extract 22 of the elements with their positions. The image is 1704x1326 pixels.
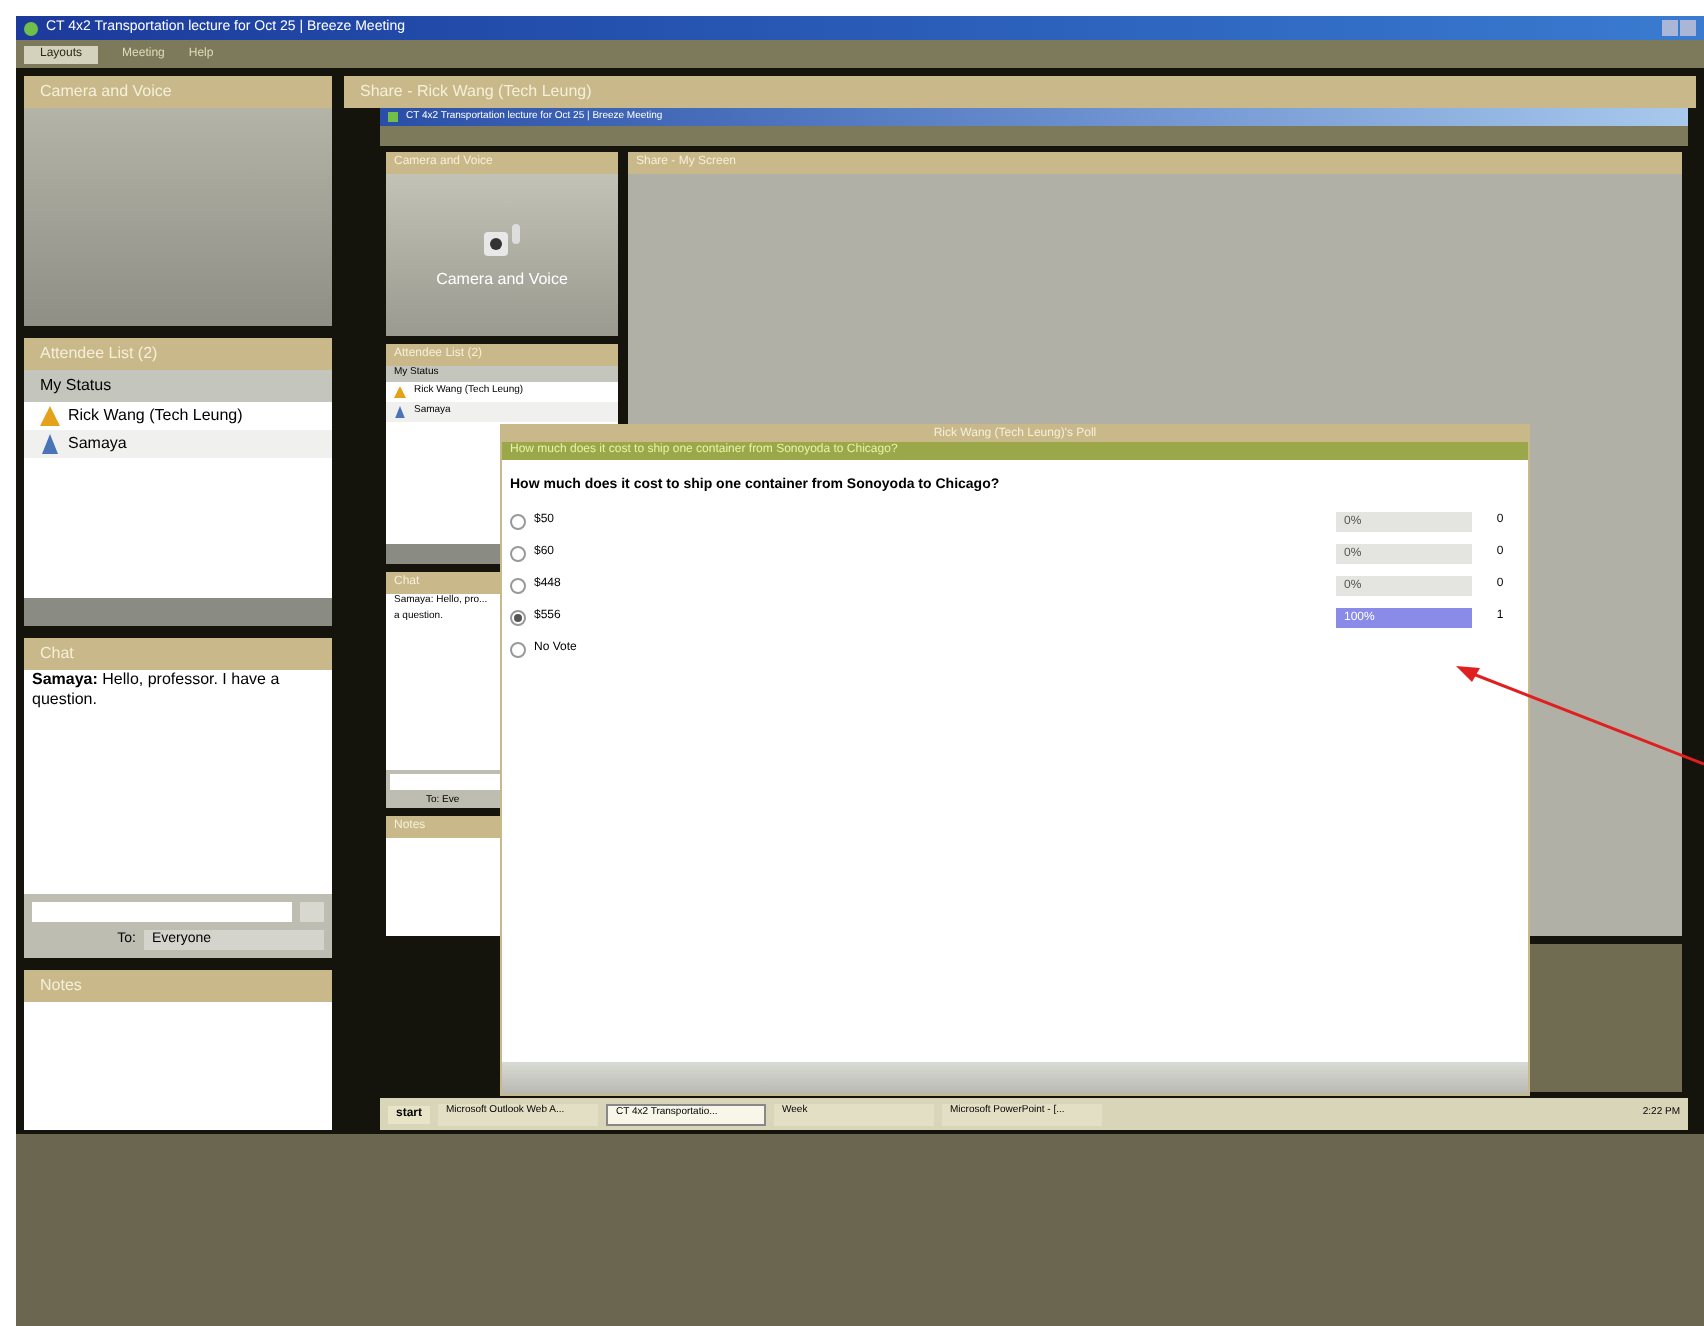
chat-input[interactable] xyxy=(32,901,292,921)
radio-button[interactable] xyxy=(510,641,526,657)
pod-title: Notes xyxy=(24,970,332,1002)
app-icon xyxy=(388,112,398,122)
radio-button[interactable] xyxy=(510,545,526,561)
attendee-name: Rick Wang (Tech Leung) xyxy=(68,404,243,428)
webcam-icon xyxy=(480,219,524,259)
warning-triangle-icon xyxy=(394,385,406,397)
warning-triangle-icon xyxy=(40,406,60,426)
pod-title: Share - Rick Wang (Tech Leung) xyxy=(344,76,1696,108)
app-icon xyxy=(24,21,38,35)
pod-title: Camera and Voice xyxy=(24,76,332,108)
radio-button[interactable] xyxy=(510,577,526,593)
person-icon xyxy=(394,405,406,417)
status-dropdown[interactable]: My Status xyxy=(24,370,332,402)
radio-button[interactable] xyxy=(510,609,526,625)
pod-title: Chat xyxy=(24,638,332,670)
pod-title: Attendee List (2) xyxy=(24,338,332,370)
chat-message: Samaya: Hello, professor. I have a question. xyxy=(32,670,282,710)
radio-button[interactable] xyxy=(510,513,526,529)
attendee-name: Samaya xyxy=(68,432,127,456)
person-icon xyxy=(40,434,60,454)
